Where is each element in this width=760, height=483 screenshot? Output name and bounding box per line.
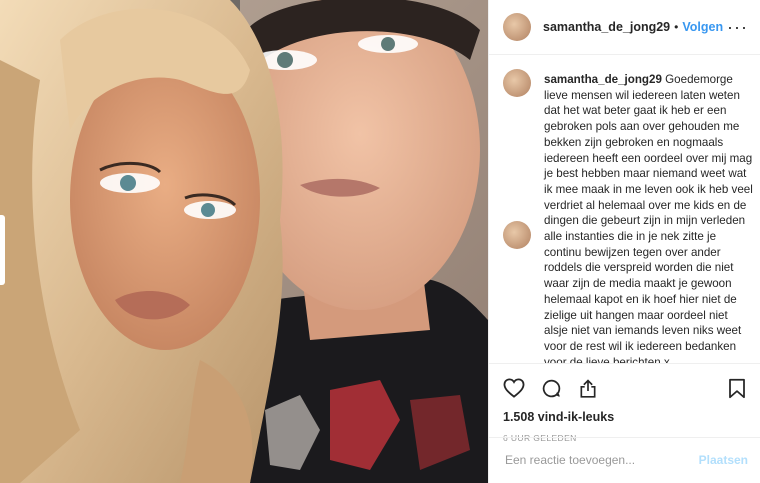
bookmark-icon[interactable] [728, 378, 746, 399]
post-comment-button[interactable]: Plaatsen [699, 453, 748, 467]
post-sidebar: samantha_de_jong29 • Volgen ··· samantha… [488, 0, 760, 483]
instagram-post: samantha_de_jong29 • Volgen ··· samantha… [0, 0, 760, 483]
comment-input[interactable] [503, 452, 699, 468]
avatar[interactable] [503, 13, 531, 41]
heart-icon[interactable] [503, 378, 525, 398]
caption: samantha_de_jong29 Goedemorge lieve mens… [544, 72, 754, 363]
comments-section[interactable]: samantha_de_jong29 Goedemorge lieve mens… [489, 55, 760, 363]
post-header: samantha_de_jong29 • Volgen ··· [489, 0, 760, 55]
more-dots-icon[interactable]: ··· [727, 17, 748, 38]
likes-count[interactable]: 1.508 vind-ik-leuks [489, 402, 760, 424]
post-photo[interactable] [0, 0, 488, 483]
post-actions: 1.508 vind-ik-leuks 6 UUR GELEDEN Plaats… [489, 363, 760, 482]
separator-dot: • [674, 20, 679, 34]
follow-button[interactable]: Volgen [682, 20, 723, 34]
comment-avatar[interactable] [503, 221, 531, 249]
caption-username[interactable]: samantha_de_jong29 [544, 73, 662, 86]
caption-avatar[interactable] [503, 69, 531, 97]
add-comment-bar: Plaatsen [489, 437, 760, 482]
header-username[interactable]: samantha_de_jong29 [543, 20, 670, 34]
caption-text: Goedemorge lieve mensen wil iedereen lat… [544, 73, 753, 363]
photo-scroll-handle[interactable] [0, 215, 5, 285]
comment-bubble-icon[interactable] [541, 378, 562, 399]
share-icon[interactable] [578, 378, 598, 399]
action-icons [489, 364, 760, 402]
post-photo-image [0, 0, 488, 483]
